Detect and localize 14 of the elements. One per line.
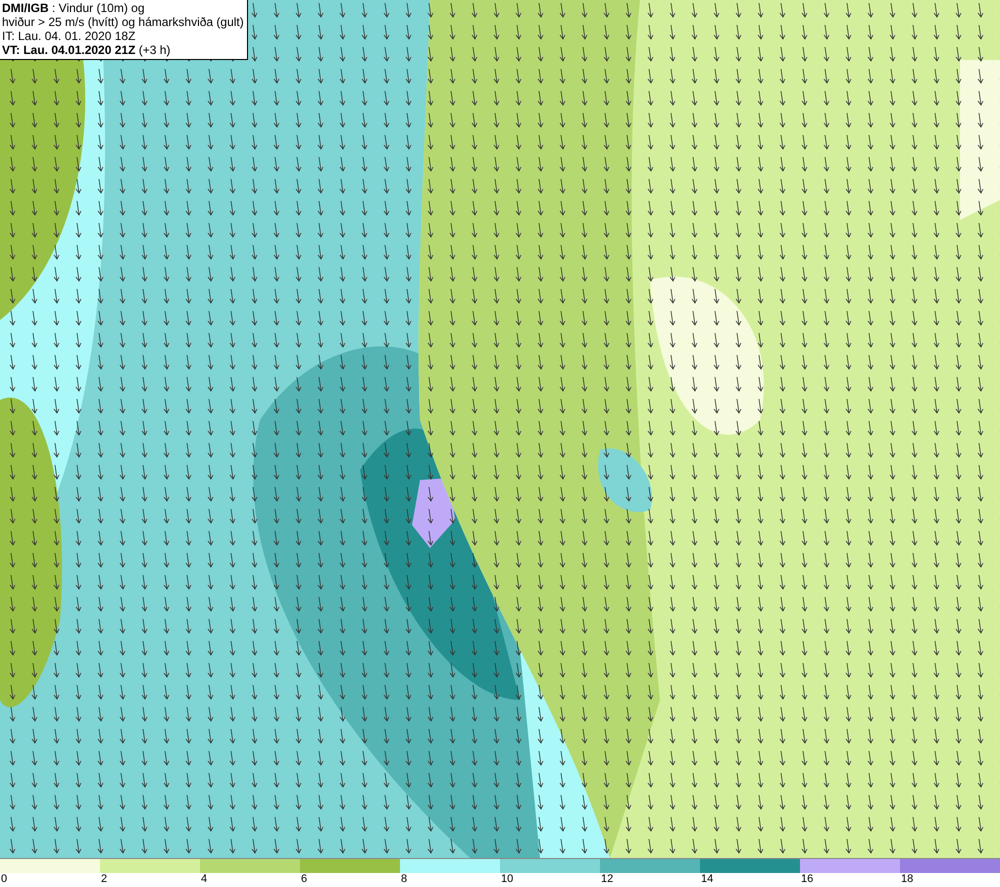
legend-label: 0: [0, 873, 8, 886]
legend-label: 18: [900, 873, 914, 886]
info-text: IT: Lau. 04. 01. 2020 18Z: [2, 29, 136, 43]
legend-label: 2: [100, 873, 108, 886]
legend-label: 8: [400, 873, 408, 886]
legend-label: 4: [200, 873, 208, 886]
legend-label: 12: [600, 873, 614, 886]
info-text: DMI/IGB : Vindur (10m) og: [2, 1, 146, 15]
legend-label: 14: [700, 873, 714, 886]
legend-label: 16: [800, 873, 814, 886]
info-text: hviður > 25 m/s (hvítt) og hámarkshviða (gult): [2, 15, 244, 29]
info-text: VT: Lau. 04.01.2020 21Z (+3 h): [2, 43, 172, 57]
legend-label: 10: [500, 873, 514, 886]
legend-label: 6: [300, 873, 308, 886]
